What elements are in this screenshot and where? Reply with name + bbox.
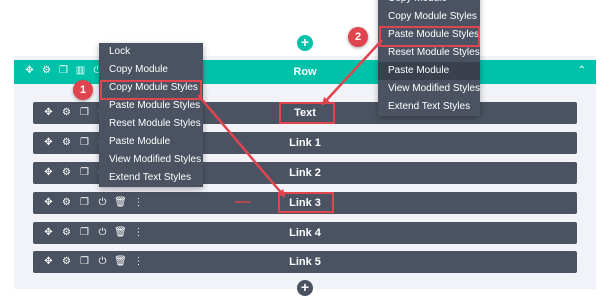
menu-item-lock[interactable]: Lock (99, 43, 203, 61)
module-bar-link-5[interactable]: ✥ ⚙ ❐ ⏻ 🗑 ⋮ Link 5 (33, 251, 577, 273)
module-label: Link 4 (289, 227, 321, 239)
menu-item-copy-module[interactable]: Copy Module (378, 0, 480, 8)
menu-item-extend-text-styles[interactable]: Extend Text Styles (378, 98, 480, 116)
menu-item-reset-module-styles[interactable]: Reset Module Styles (99, 115, 203, 133)
highlight-text-module (279, 102, 335, 124)
module-label: Link 5 (289, 256, 321, 268)
menu-item-copy-module-styles[interactable]: Copy Module Styles (378, 8, 480, 26)
menu-item-paste-module[interactable]: Paste Module (99, 133, 203, 151)
add-module-bottom-button[interactable]: + (297, 280, 313, 296)
step-badge-2: 2 (348, 27, 368, 47)
highlight-paste-module-styles (379, 26, 480, 47)
menu-item-copy-module[interactable]: Copy Module (99, 61, 203, 79)
step-badge-1: 1 (73, 80, 93, 100)
builder-canvas: + ✥ ⚙ ❐ ▥ ⏻ Row ⌃ ✥ ⚙ ❐ ⏻ Text ✥ ⚙ ❐ ⏻ L… (0, 0, 610, 296)
context-menu-left: Lock Copy Module Copy Module Styles Past… (99, 43, 203, 187)
chevron-up-icon[interactable]: ⌃ (578, 65, 586, 76)
highlight-copy-module-styles (100, 80, 202, 100)
highlight-link-3-module (278, 192, 334, 213)
add-row-top-button[interactable]: + (297, 35, 313, 51)
context-menu-right: Copy Module Copy Module Styles Paste Mod… (378, 0, 480, 116)
menu-item-view-modified-styles[interactable]: View Modified Styles (99, 151, 203, 169)
menu-item-view-modified-styles[interactable]: View Modified Styles (378, 80, 480, 98)
module-bar-link-4[interactable]: ✥ ⚙ ❐ ⏻ 🗑 ⋮ Link 4 (33, 222, 577, 244)
menu-item-paste-module[interactable]: Paste Module (378, 62, 480, 80)
menu-item-extend-text-styles[interactable]: Extend Text Styles (99, 169, 203, 187)
